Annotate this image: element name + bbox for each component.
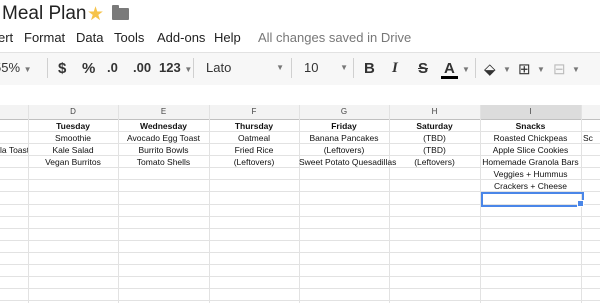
divider bbox=[475, 58, 476, 78]
chevron-down-icon[interactable]: ▼ bbox=[503, 60, 511, 75]
table-cell[interactable]: Veggies + Hummus bbox=[480, 168, 581, 180]
chevron-down-icon: ▼ bbox=[276, 63, 284, 72]
borders-icon[interactable]: ⊞ bbox=[518, 60, 531, 78]
column-header-f[interactable]: F bbox=[209, 105, 299, 119]
table-cell[interactable]: Tomato Shells bbox=[118, 156, 209, 168]
menu-addons[interactable]: Add-ons bbox=[157, 30, 205, 45]
table-cell[interactable]: Vegan Burritos bbox=[28, 156, 118, 168]
formula-bar[interactable] bbox=[0, 85, 600, 106]
divider bbox=[353, 58, 354, 78]
cell-header-friday[interactable]: Friday bbox=[299, 120, 389, 132]
grid-line bbox=[0, 240, 600, 241]
table-cell[interactable]: (Leftovers) bbox=[299, 144, 389, 156]
menu-data[interactable]: Data bbox=[76, 30, 103, 45]
column-header-i[interactable]: I bbox=[480, 105, 581, 119]
table-cell[interactable]: Banana Pancakes bbox=[299, 132, 389, 144]
cell-header-thursday[interactable]: Thursday bbox=[209, 120, 299, 132]
zoom-value: 55% bbox=[0, 60, 21, 75]
star-icon[interactable]: ★ bbox=[87, 3, 104, 26]
merge-cells-icon[interactable]: ⊟ bbox=[553, 60, 566, 78]
menu-insert[interactable]: ert bbox=[0, 30, 13, 45]
font-select[interactable]: Lato ▼ bbox=[206, 60, 284, 75]
table-cell[interactable]: Apple Slice Cookies bbox=[480, 144, 581, 156]
folder-icon[interactable] bbox=[112, 5, 129, 20]
menu-format[interactable]: Format bbox=[24, 30, 65, 45]
cell-header-tuesday[interactable]: Tuesday bbox=[28, 120, 118, 132]
table-cell[interactable]: Avocado Egg Toast bbox=[118, 132, 209, 144]
cell-header-wednesday[interactable]: Wednesday bbox=[118, 120, 209, 132]
chevron-down-icon[interactable]: ▼ bbox=[462, 60, 470, 75]
grid-line bbox=[0, 288, 600, 289]
table-cell[interactable]: (TBD) bbox=[389, 144, 480, 156]
chevron-down-icon: ▼ bbox=[23, 65, 32, 74]
strikethrough-button[interactable]: S bbox=[418, 60, 428, 77]
table-cell[interactable]: Oatmeal bbox=[209, 132, 299, 144]
menu-help[interactable]: Help bbox=[214, 30, 241, 45]
grid-line bbox=[0, 300, 600, 301]
increase-decimal-button[interactable]: .00 bbox=[133, 60, 151, 75]
grid-line bbox=[0, 216, 600, 217]
grid-line bbox=[0, 252, 600, 253]
font-size-select[interactable]: 10 ▼ bbox=[304, 60, 348, 75]
percent-button[interactable]: % bbox=[82, 60, 95, 77]
grid-line bbox=[0, 228, 600, 229]
table-cell[interactable]: Burrito Bowls bbox=[118, 144, 209, 156]
more-formats-button[interactable]: 123 ▼ bbox=[159, 60, 192, 75]
table-cell[interactable]: Roasted Chickpeas bbox=[480, 132, 581, 144]
cell-header-saturday[interactable]: Saturday bbox=[389, 120, 480, 132]
more-formats-label: 123 bbox=[159, 60, 181, 75]
grid-line bbox=[0, 276, 600, 277]
selected-cell[interactable] bbox=[481, 192, 584, 207]
column-header-g[interactable]: G bbox=[299, 105, 389, 119]
divider bbox=[291, 58, 292, 78]
table-cell-partial[interactable]: Sc bbox=[583, 132, 600, 144]
decrease-decimal-button[interactable]: .0 bbox=[107, 60, 118, 75]
divider bbox=[193, 58, 194, 78]
document-title[interactable]: Meal Plan bbox=[2, 3, 87, 25]
text-color-bar bbox=[441, 76, 458, 79]
table-cell[interactable]: Smoothie bbox=[28, 132, 118, 144]
divider bbox=[47, 58, 48, 78]
table-cell-partial[interactable]: la Toast bbox=[0, 144, 28, 156]
table-cell[interactable]: (TBD) bbox=[389, 132, 480, 144]
table-cell[interactable]: (Leftovers) bbox=[389, 156, 480, 168]
fill-handle[interactable] bbox=[577, 200, 584, 207]
column-header-d[interactable]: D bbox=[28, 105, 118, 119]
zoom-select[interactable]: 55% ▼ bbox=[0, 60, 32, 75]
table-cell[interactable]: Crackers + Cheese bbox=[480, 180, 581, 192]
italic-button[interactable]: I bbox=[392, 60, 398, 77]
bold-button[interactable]: B bbox=[364, 60, 375, 77]
chevron-down-icon: ▼ bbox=[340, 63, 348, 72]
fill-color-icon[interactable]: ⬙ bbox=[484, 60, 496, 78]
font-size-value: 10 bbox=[304, 60, 319, 75]
chevron-down-icon[interactable]: ▼ bbox=[537, 60, 545, 75]
save-status[interactable]: All changes saved in Drive bbox=[258, 30, 411, 45]
table-cell[interactable]: Sweet Potato Quesadillas bbox=[299, 156, 396, 168]
table-cell[interactable]: Fried Rice bbox=[209, 144, 299, 156]
table-cell[interactable]: Homemade Granola Bars bbox=[480, 156, 581, 168]
currency-button[interactable]: $ bbox=[58, 60, 66, 77]
cell-header-snacks[interactable]: Snacks bbox=[480, 120, 581, 132]
text-color-button[interactable]: A bbox=[444, 60, 455, 77]
table-cell[interactable]: (Leftovers) bbox=[209, 156, 299, 168]
text-color-icon: A bbox=[444, 60, 455, 77]
font-value: Lato bbox=[206, 60, 232, 75]
grid-line bbox=[0, 264, 600, 265]
chevron-down-icon: ▼ bbox=[184, 65, 193, 74]
chevron-down-icon[interactable]: ▼ bbox=[572, 60, 580, 75]
menu-tools[interactable]: Tools bbox=[114, 30, 144, 45]
column-header-e[interactable]: E bbox=[118, 105, 209, 119]
column-header-h[interactable]: H bbox=[389, 105, 480, 119]
table-cell[interactable]: Kale Salad bbox=[28, 144, 118, 156]
